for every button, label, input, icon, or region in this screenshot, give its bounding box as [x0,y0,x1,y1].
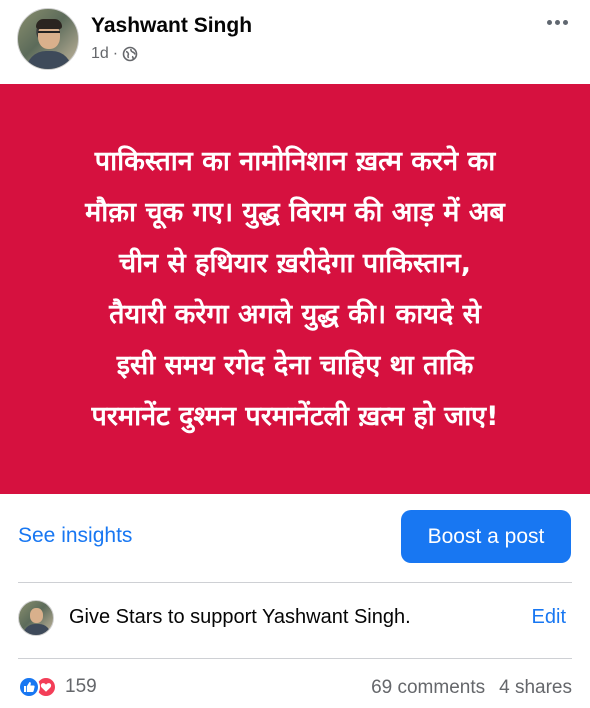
author-small-avatar [18,600,54,636]
give-stars-text[interactable]: Give Stars to support Yashwant Singh. [69,606,411,629]
author-avatar[interactable] [17,8,79,70]
post-header: Yashwant Singh 1d · [0,0,590,84]
shares-count[interactable]: 4 shares [499,677,572,699]
boost-post-button[interactable]: Boost a post [401,510,571,563]
banner-line: परमानेंट दुश्मन परमानेंटली ख़त्म हो जाए! [91,401,499,432]
see-insights-link[interactable]: See insights [18,524,132,548]
engagement-stats: 69 comments 4 shares [371,677,572,699]
banner-line: इसी समय रगेद देना चाहिए था ताकि [116,350,474,381]
reaction-count: 159 [65,676,97,697]
banner-line: तैयारी करेगा अगले युद्ध की। कायदे से [109,299,481,330]
comments-count[interactable]: 69 comments [371,677,485,699]
more-horizontal-icon [546,19,552,25]
reactions-summary[interactable]: 159 [18,676,97,698]
post-meta: 1d · [91,45,138,63]
divider [18,658,572,659]
text-post-banner: पाकिस्तान का नामोनिशान ख़त्म करने का मौक… [0,84,590,494]
banner-line: चीन से हथियार ख़रीदेगा पाकिस्तान, [118,248,472,279]
banner-line: पाकिस्तान का नामोनिशान ख़त्म करने का [94,146,496,177]
banner-line: मौक़ा चूक गए। युद्ध विराम की आड़ में अब [85,197,505,228]
like-icon [18,676,40,698]
stars-row: Give Stars to support Yashwant Singh. Ed… [0,582,590,658]
meta-separator: · [112,45,119,62]
globe-icon[interactable] [122,46,138,62]
more-options-button[interactable] [542,12,572,32]
edit-stars-button[interactable]: Edit [532,606,566,629]
post-time[interactable]: 1d [91,45,109,63]
author-name[interactable]: Yashwant Singh [91,14,252,38]
banner-text: पाकिस्तान का नामोनिशान ख़त्म करने का मौक… [35,136,555,442]
